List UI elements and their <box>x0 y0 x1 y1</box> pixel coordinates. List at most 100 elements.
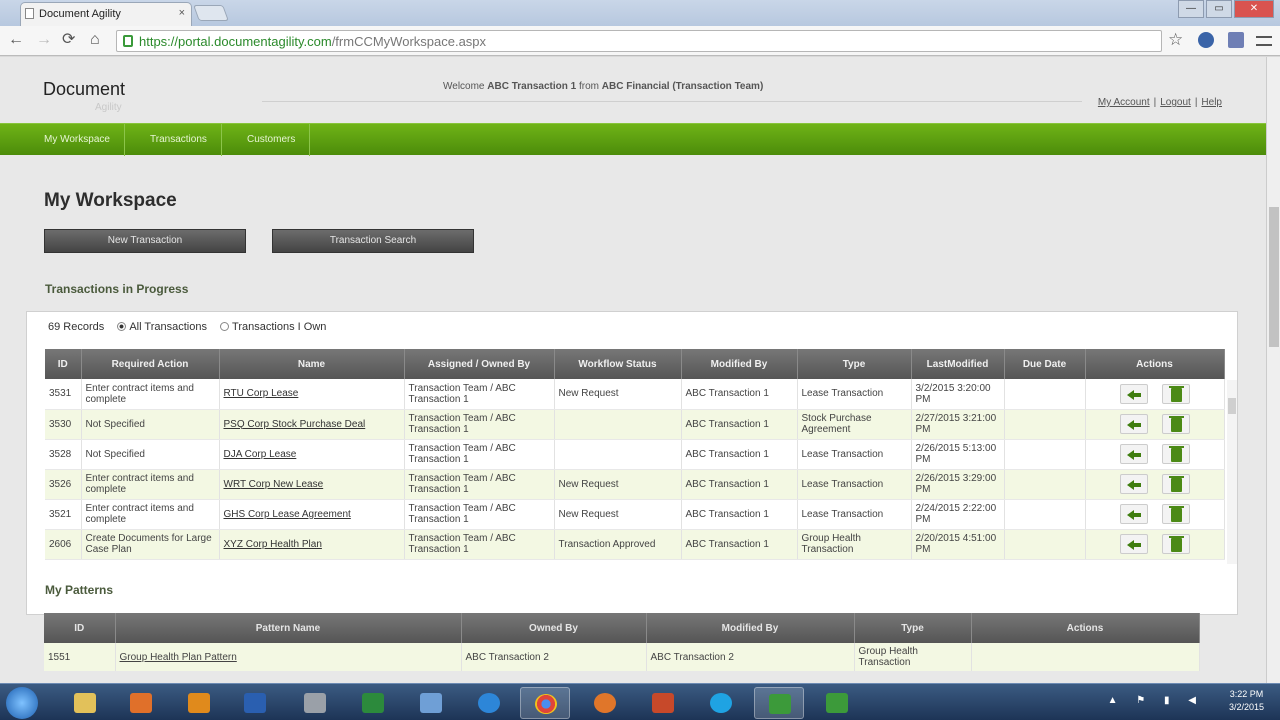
browser-tab[interactable]: Document Agility × <box>20 2 192 26</box>
delete-trash-icon[interactable] <box>1161 383 1190 404</box>
clock[interactable]: 3:22 PM 3/2/2015 <box>1229 688 1264 714</box>
logo[interactable]: Document <box>43 79 125 100</box>
help-link[interactable]: Help <box>1201 97 1222 108</box>
url-host: https://portal.documentagility.com <box>139 34 332 49</box>
logout-link[interactable]: Logout <box>1160 97 1191 108</box>
open-arrow-icon[interactable] <box>1119 414 1148 434</box>
menu-icon[interactable] <box>1256 36 1272 46</box>
back-icon[interactable]: ← <box>8 31 24 49</box>
cell-status <box>554 409 682 440</box>
column-header[interactable]: Type <box>854 613 972 643</box>
transaction-search-button[interactable]: Transaction Search <box>272 229 474 253</box>
new-transaction-button[interactable]: New Transaction <box>44 229 246 253</box>
bookmark-star-icon[interactable]: ☆ <box>1168 31 1183 49</box>
delete-trash-icon[interactable] <box>1161 444 1190 464</box>
table-scrollbar[interactable] <box>1227 380 1237 564</box>
open-arrow-icon[interactable] <box>1119 383 1148 404</box>
table-row: 3521 Enter contract items and complete G… <box>45 499 1225 530</box>
app-icon[interactable] <box>638 687 688 719</box>
column-header[interactable]: Type <box>797 349 912 379</box>
table-header-row: ID Pattern Name Owned By Modified By Typ… <box>44 613 1200 643</box>
start-button[interactable] <box>6 687 38 719</box>
minimize-button[interactable]: — <box>1178 0 1204 18</box>
open-arrow-icon[interactable] <box>1119 534 1148 554</box>
word-icon[interactable] <box>230 687 280 719</box>
all-transactions-radio[interactable] <box>117 322 127 331</box>
cell-name-link[interactable]: XYZ Corp Health Plan <box>219 529 405 560</box>
cell-id: 3526 <box>45 469 82 500</box>
notes-icon[interactable] <box>406 687 456 719</box>
browser-tabstrip: Document Agility × — ▭ ✕ <box>0 0 1280 26</box>
skype-icon[interactable] <box>696 687 746 719</box>
explorer-icon[interactable] <box>60 687 110 719</box>
column-header[interactable]: Modified By <box>681 349 798 379</box>
open-arrow-icon[interactable] <box>1119 444 1148 464</box>
cell-status: New Request <box>554 379 682 410</box>
user-name: ABC Transaction 1 <box>487 81 577 92</box>
cell-name-link[interactable]: WRT Corp New Lease <box>219 469 405 500</box>
column-header[interactable]: Pattern Name <box>115 613 462 643</box>
my-transactions-label[interactable]: Transactions I Own <box>232 321 326 333</box>
welcome-text: Welcome ABC Transaction 1 from ABC Finan… <box>443 81 763 92</box>
forward-icon[interactable]: → <box>36 31 52 49</box>
column-header[interactable]: Owned By <box>461 613 647 643</box>
delete-trash-icon[interactable] <box>1161 504 1190 524</box>
app-icon[interactable] <box>290 687 340 719</box>
camtasia-icon[interactable] <box>754 687 804 719</box>
cell-required-action: Not Specified <box>81 439 220 470</box>
new-tab-button[interactable] <box>193 5 229 21</box>
page-title: My Workspace <box>44 190 177 211</box>
all-transactions-label[interactable]: All Transactions <box>129 321 207 333</box>
system-tray-icons[interactable]: ▲ ⚑ ▮ ◀ <box>1108 695 1204 706</box>
column-header[interactable]: ID <box>45 349 82 379</box>
page-scroll-thumb[interactable] <box>1269 207 1279 347</box>
menu-my-workspace[interactable]: My Workspace <box>30 124 125 156</box>
home-icon[interactable]: ⌂ <box>90 31 100 49</box>
cell-due-date <box>1004 469 1086 500</box>
scroll-thumb[interactable] <box>1228 398 1236 414</box>
delete-trash-icon[interactable] <box>1161 534 1190 554</box>
cell-due-date <box>1004 529 1086 560</box>
column-header[interactable]: Name <box>219 349 405 379</box>
menu-transactions[interactable]: Transactions <box>136 124 222 156</box>
excel-icon[interactable] <box>348 687 398 719</box>
column-header[interactable]: Required Action <box>81 349 220 379</box>
reload-icon[interactable]: ⟳ <box>62 31 75 49</box>
outlook-icon[interactable] <box>174 687 224 719</box>
header-divider <box>262 101 1082 102</box>
delete-trash-icon[interactable] <box>1161 414 1190 434</box>
firefox-icon[interactable] <box>580 687 630 719</box>
column-header[interactable]: Assigned / Owned By <box>404 349 555 379</box>
camtasia-recorder-icon[interactable] <box>812 687 862 719</box>
cell-name-link[interactable]: GHS Corp Lease Agreement <box>219 499 405 530</box>
extension-globe-icon[interactable] <box>1198 32 1214 48</box>
tab-close-icon[interactable]: × <box>179 7 185 19</box>
menu-customers[interactable]: Customers <box>233 124 311 156</box>
cell-name-link[interactable]: RTU Corp Lease <box>219 379 405 410</box>
column-header[interactable]: Modified By <box>646 613 855 643</box>
welcome-prefix: Welcome <box>443 81 488 92</box>
my-transactions-radio[interactable] <box>220 322 230 331</box>
column-header[interactable]: Due Date <box>1004 349 1086 379</box>
cell-pattern-name-link[interactable]: Group Health Plan Pattern <box>115 643 462 671</box>
clock-time: 3:22 PM <box>1229 689 1264 699</box>
org-name: ABC Financial (Transaction Team) <box>601 81 764 92</box>
address-bar[interactable]: https://portal.documentagility.com/frmCC… <box>116 30 1162 52</box>
delete-trash-icon[interactable] <box>1161 474 1190 494</box>
extension-icon[interactable] <box>1228 32 1244 48</box>
my-account-link[interactable]: My Account <box>1098 97 1150 108</box>
maximize-button[interactable]: ▭ <box>1206 0 1232 18</box>
open-arrow-icon[interactable] <box>1119 504 1148 524</box>
column-header[interactable]: LastModified <box>911 349 1005 379</box>
cell-last-modified: 2/20/2015 4:51:00 PM <box>911 529 1005 560</box>
chrome-icon[interactable] <box>520 687 570 719</box>
cell-name-link[interactable]: PSQ Corp Stock Purchase Deal <box>219 409 405 440</box>
internet-explorer-icon[interactable] <box>464 687 514 719</box>
page-scrollbar[interactable] <box>1266 57 1280 683</box>
media-player-icon[interactable] <box>116 687 166 719</box>
close-window-button[interactable]: ✕ <box>1234 0 1274 18</box>
cell-name-link[interactable]: DJA Corp Lease <box>219 439 405 470</box>
open-arrow-icon[interactable] <box>1119 474 1148 494</box>
column-header[interactable]: Workflow Status <box>554 349 682 379</box>
column-header[interactable]: ID <box>44 613 116 643</box>
